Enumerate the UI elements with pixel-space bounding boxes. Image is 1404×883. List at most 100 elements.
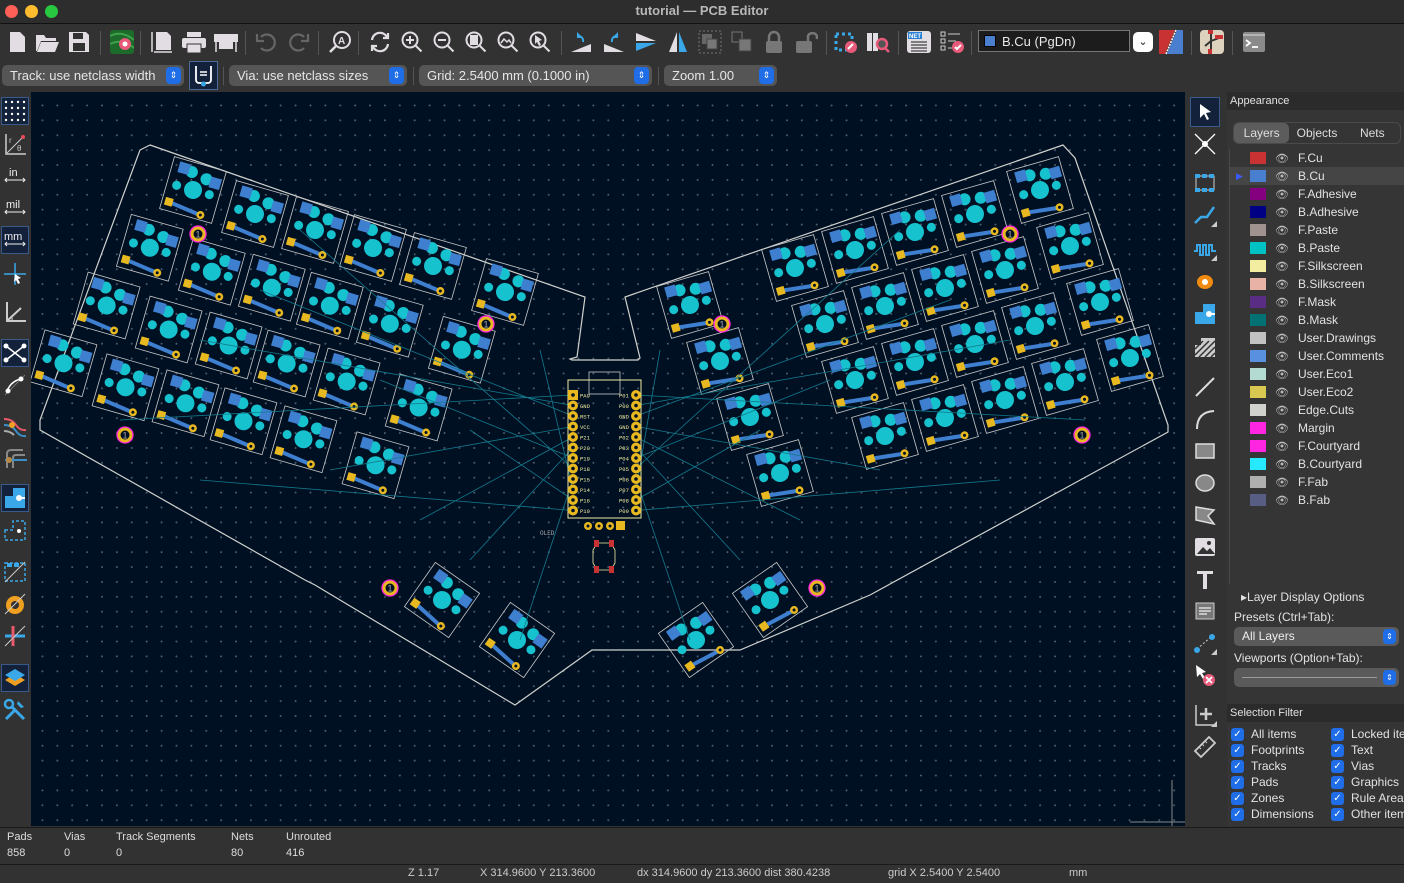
layer-row[interactable]: 👁︎ F.Silkscreen (1230, 257, 1404, 275)
open-button[interactable] (33, 28, 61, 56)
delete-tool-button[interactable] (1190, 660, 1220, 690)
plot-button[interactable] (212, 28, 240, 56)
polar-coords-button[interactable]: rθ (1, 130, 29, 158)
layers-manager-button[interactable] (1, 664, 29, 692)
scripting-button[interactable] (1198, 28, 1226, 56)
ungroup-button[interactable] (728, 28, 756, 56)
layer-row[interactable]: 👁︎ F.Cu (1230, 149, 1404, 167)
layer-pair-button[interactable] (1157, 28, 1185, 56)
layer-color-swatch[interactable] (1250, 152, 1266, 164)
layer-color-swatch[interactable] (1250, 440, 1266, 452)
route-track-button[interactable] (1190, 200, 1220, 230)
eye-icon[interactable]: 👁︎ (1272, 386, 1292, 399)
add-rule-area-button[interactable] (1190, 332, 1220, 362)
layer-row[interactable]: 👁︎ B.Adhesive (1230, 203, 1404, 221)
refresh-button[interactable] (366, 28, 394, 56)
footprint-browser-button[interactable] (864, 28, 892, 56)
eye-icon[interactable]: 👁︎ (1272, 170, 1292, 183)
layer-color-swatch[interactable] (1250, 242, 1266, 254)
units-inches-button[interactable]: in (1, 162, 29, 190)
eye-icon[interactable]: 👁︎ (1272, 224, 1292, 237)
layer-row[interactable]: 👁︎ B.Paste (1230, 239, 1404, 257)
add-zone-button[interactable] (1190, 299, 1220, 329)
curved-ratsnest-button[interactable] (1, 371, 29, 399)
layer-color-swatch[interactable] (1250, 206, 1266, 218)
tab-objects[interactable]: Objects (1289, 123, 1344, 143)
eye-icon[interactable]: 👁︎ (1272, 332, 1292, 345)
netlist-button[interactable]: NET (905, 28, 933, 56)
unlock-button[interactable] (792, 28, 820, 56)
layer-color-swatch[interactable] (1250, 422, 1266, 434)
layer-color-swatch[interactable] (1250, 224, 1266, 236)
layer-color-swatch[interactable] (1250, 458, 1266, 470)
presets-select[interactable]: All Layers ⇕ (1234, 627, 1399, 646)
mirror-button[interactable] (664, 28, 692, 56)
add-dimension-button[interactable] (1190, 628, 1220, 658)
layer-row[interactable]: 👁︎ User.Eco1 (1230, 365, 1404, 383)
footprint-editor-button[interactable] (832, 28, 860, 56)
save-button[interactable] (65, 28, 93, 56)
draw-polygon-button[interactable] (1190, 500, 1220, 530)
highlight-net-button[interactable] (1, 412, 29, 440)
grid-origin-button[interactable] (1190, 700, 1220, 730)
undo-button[interactable] (252, 28, 280, 56)
draw-arc-button[interactable] (1190, 404, 1220, 434)
layer-color-swatch[interactable] (1250, 494, 1266, 506)
layer-color-swatch[interactable] (1250, 350, 1266, 362)
eye-icon[interactable]: 👁︎ (1272, 152, 1292, 165)
select-tool-button[interactable] (1190, 97, 1220, 127)
filter-checkbox[interactable]: ✓ Graphics (1331, 775, 1399, 789)
filter-checkbox[interactable]: ✓ Pads (1231, 775, 1278, 789)
ratsnest-button[interactable] (1, 339, 29, 367)
eye-icon[interactable]: 👁︎ (1272, 422, 1292, 435)
find-button[interactable]: A (326, 28, 354, 56)
add-via-button[interactable] (1190, 267, 1220, 297)
layer-color-swatch[interactable] (1250, 170, 1266, 182)
add-textbox-button[interactable] (1190, 596, 1220, 626)
add-image-button[interactable] (1190, 532, 1220, 562)
layer-color-swatch[interactable] (1250, 404, 1266, 416)
filter-checkbox[interactable]: ✓ Dimensions (1231, 807, 1314, 821)
layer-row[interactable]: 👁︎ Margin (1230, 419, 1404, 437)
track-width-select[interactable]: Track: use netclass width ⇕ (2, 65, 184, 86)
layer-row[interactable]: 👁︎ B.Silkscreen (1230, 275, 1404, 293)
layer-dropdown-button[interactable]: ⌄ (1133, 32, 1153, 52)
tab-nets[interactable]: Nets (1345, 123, 1400, 143)
auto-track-width-toggle[interactable] (189, 61, 218, 90)
filter-checkbox[interactable]: ✓ Locked items (1331, 727, 1404, 741)
viewports-select[interactable]: ⇕ (1234, 668, 1399, 687)
board-setup-button[interactable] (108, 28, 136, 56)
layer-row[interactable]: 👁︎ F.Courtyard (1230, 437, 1404, 455)
new-board-button[interactable] (3, 28, 31, 56)
layer-row[interactable]: 👁︎ Edge.Cuts (1230, 401, 1404, 419)
track-display-button[interactable] (1, 622, 29, 650)
zoom-in-button[interactable] (398, 28, 426, 56)
graphic-outline-button[interactable] (1, 516, 29, 544)
local-ratsnest-button[interactable] (1190, 129, 1220, 159)
zone-fill-display-button[interactable] (1, 558, 29, 586)
zoom-objects-button[interactable] (494, 28, 522, 56)
filter-checkbox[interactable]: ✓ Zones (1231, 791, 1284, 805)
zoom-select[interactable]: Zoom 1.00 ⇕ (664, 65, 777, 86)
layer-row[interactable]: 👁︎ User.Comments (1230, 347, 1404, 365)
eye-icon[interactable]: 👁︎ (1272, 278, 1292, 291)
python-console-button[interactable] (1240, 28, 1268, 56)
draw-circle-button[interactable] (1190, 468, 1220, 498)
eye-icon[interactable]: 👁︎ (1272, 242, 1292, 255)
zoom-fit-button[interactable] (462, 28, 490, 56)
axis-origin-button[interactable] (1, 298, 29, 326)
pad-fill-button[interactable] (1, 484, 29, 512)
layer-row[interactable]: 👁︎ B.Mask (1230, 311, 1404, 329)
eye-icon[interactable]: 👁︎ (1272, 296, 1292, 309)
tab-layers[interactable]: Layers (1234, 123, 1290, 143)
via-display-button[interactable] (1, 590, 29, 618)
eye-icon[interactable]: 👁︎ (1272, 314, 1292, 327)
eye-icon[interactable]: 👁︎ (1272, 188, 1292, 201)
filter-checkbox[interactable]: ✓ Other items (1331, 807, 1404, 821)
layer-color-swatch[interactable] (1250, 188, 1266, 200)
eye-icon[interactable]: 👁︎ (1272, 206, 1292, 219)
layer-row[interactable]: ▶ 👁︎ B.Cu (1230, 167, 1404, 185)
filter-checkbox[interactable]: ✓ Footprints (1231, 743, 1304, 757)
eye-icon[interactable]: 👁︎ (1272, 260, 1292, 273)
high-contrast-button[interactable] (1, 444, 29, 472)
